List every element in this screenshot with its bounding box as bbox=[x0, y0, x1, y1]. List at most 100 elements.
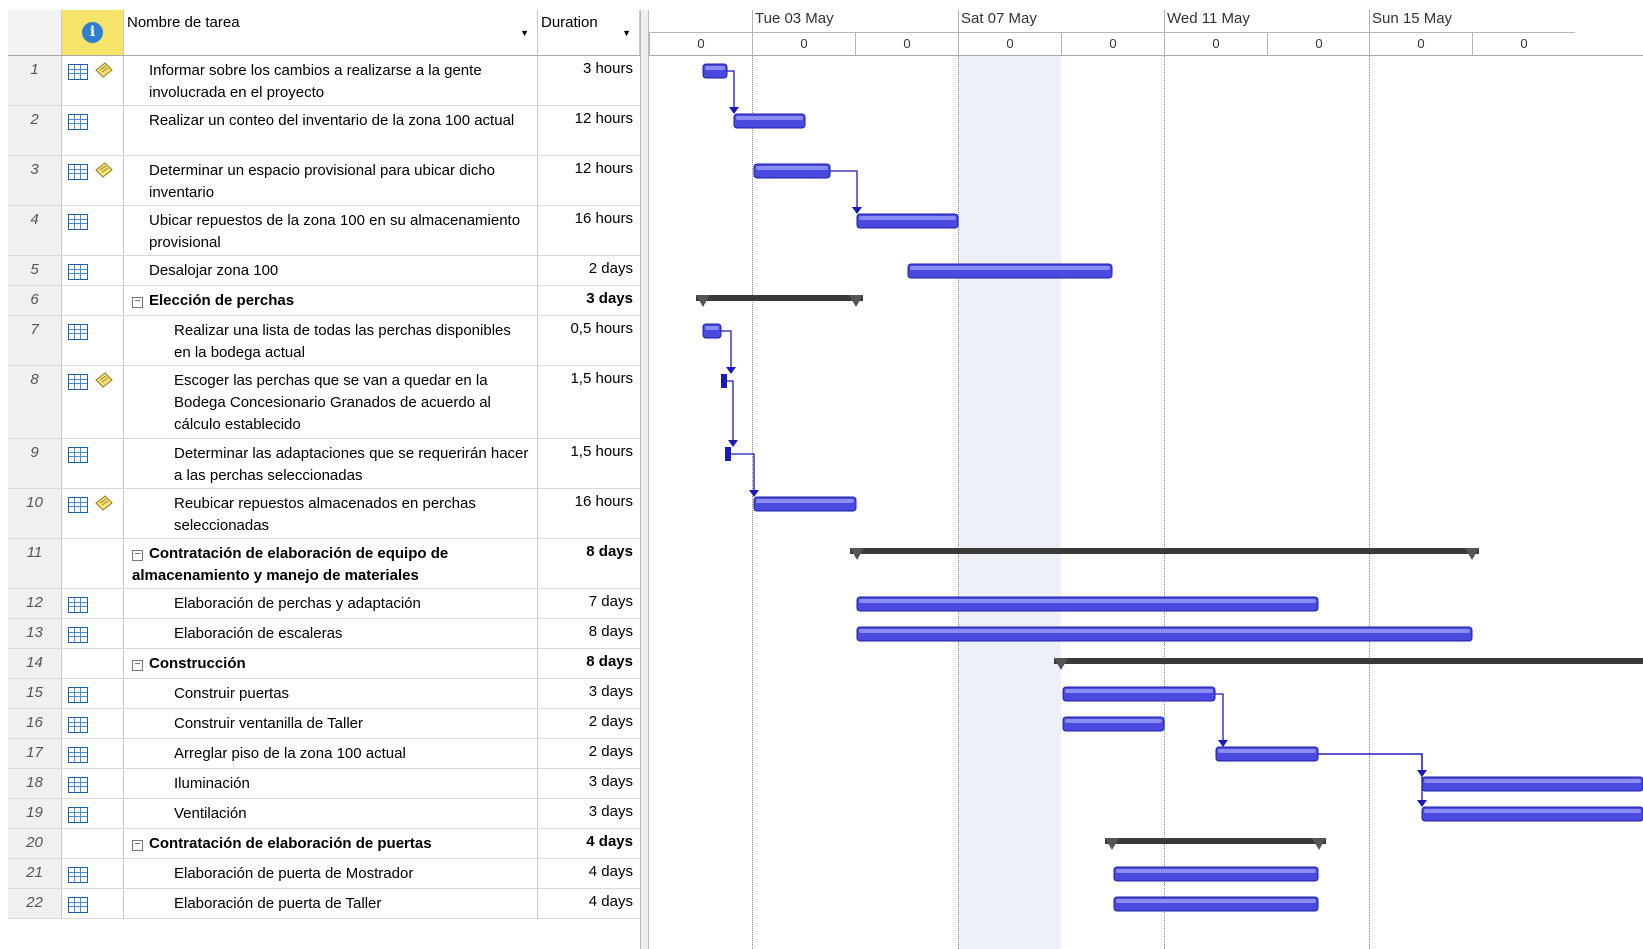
task-name-cell[interactable]: Iluminación bbox=[124, 769, 538, 798]
duration-cell[interactable]: 12 hours bbox=[538, 106, 640, 155]
task-bar-highlight[interactable] bbox=[736, 116, 803, 120]
chevron-down-icon[interactable]: ▼ bbox=[520, 28, 529, 38]
task-bar-highlight[interactable] bbox=[910, 266, 1110, 270]
task-bar[interactable] bbox=[721, 374, 727, 388]
task-name-cell[interactable]: Informar sobre los cambios a realizarse … bbox=[124, 56, 538, 105]
duration-cell[interactable]: 2 days bbox=[538, 256, 640, 285]
table-row[interactable]: 9 Determinar las adaptaciones que se requ… bbox=[8, 439, 640, 489]
table-row[interactable]: 3 Determinar un espacio provisional para … bbox=[8, 156, 640, 206]
task-name-cell[interactable]: Ventilación bbox=[124, 799, 538, 828]
table-row[interactable]: 13 Elaboración de escaleras 8 days bbox=[8, 619, 640, 649]
row-id[interactable]: 7 bbox=[8, 316, 62, 365]
row-id[interactable]: 8 bbox=[8, 366, 62, 438]
table-row[interactable]: 2 Realizar un conteo del inventario de la… bbox=[8, 106, 640, 156]
task-name-cell[interactable]: Realizar una lista de todas las perchas … bbox=[124, 316, 538, 365]
duration-cell[interactable]: 1,5 hours bbox=[538, 366, 640, 438]
row-id[interactable]: 18 bbox=[8, 769, 62, 798]
row-id[interactable]: 13 bbox=[8, 619, 62, 648]
row-id[interactable]: 1 bbox=[8, 56, 62, 105]
table-row[interactable]: 20 − Contratación de elaboración de puerta… bbox=[8, 829, 640, 859]
task-bar-highlight[interactable] bbox=[756, 166, 828, 170]
task-bar-highlight[interactable] bbox=[705, 326, 719, 330]
note-icon[interactable] bbox=[94, 371, 114, 389]
collapse-toggle-icon[interactable]: − bbox=[132, 840, 143, 851]
task-name-cell[interactable]: − Contratación de elaboración de puertas bbox=[124, 829, 538, 858]
duration-cell[interactable]: 8 days bbox=[538, 649, 640, 678]
task-name-cell[interactable]: Arreglar piso de la zona 100 actual bbox=[124, 739, 538, 768]
note-icon[interactable] bbox=[94, 494, 114, 512]
table-row[interactable]: 17 Arreglar piso de la zona 100 actual 2 d… bbox=[8, 739, 640, 769]
row-id[interactable]: 20 bbox=[8, 829, 62, 858]
task-bar[interactable] bbox=[725, 447, 731, 461]
task-name-cell[interactable]: − Construcción bbox=[124, 649, 538, 678]
row-id[interactable]: 2 bbox=[8, 106, 62, 155]
summary-bar[interactable] bbox=[1054, 658, 1643, 664]
duration-cell[interactable]: 8 days bbox=[538, 619, 640, 648]
duration-cell[interactable]: 12 hours bbox=[538, 156, 640, 205]
table-row[interactable]: 16 Construir ventanilla de Taller 2 days bbox=[8, 709, 640, 739]
duration-cell[interactable]: 4 days bbox=[538, 859, 640, 888]
row-id[interactable]: 6 bbox=[8, 286, 62, 315]
duration-cell[interactable]: 16 hours bbox=[538, 206, 640, 255]
summary-bar[interactable] bbox=[850, 548, 1479, 554]
duration-cell[interactable]: 3 days bbox=[538, 799, 640, 828]
duration-cell[interactable]: 1,5 hours bbox=[538, 439, 640, 488]
task-bar-highlight[interactable] bbox=[1116, 869, 1316, 873]
task-name-cell[interactable]: − Elección de perchas bbox=[124, 286, 538, 315]
note-icon[interactable] bbox=[94, 61, 114, 79]
duration-cell[interactable]: 3 hours bbox=[538, 56, 640, 105]
task-bar-highlight[interactable] bbox=[859, 216, 956, 220]
task-name-cell[interactable]: Desalojar zona 100 bbox=[124, 256, 538, 285]
task-name-cell[interactable]: Elaboración de perchas y adaptación bbox=[124, 589, 538, 618]
duration-cell[interactable]: 0,5 hours bbox=[538, 316, 640, 365]
row-id[interactable]: 4 bbox=[8, 206, 62, 255]
row-id[interactable]: 21 bbox=[8, 859, 62, 888]
row-id[interactable]: 19 bbox=[8, 799, 62, 828]
duration-cell[interactable]: 3 days bbox=[538, 286, 640, 315]
table-row[interactable]: 1 Informar sobre los cambios a realizarse… bbox=[8, 56, 640, 106]
task-bar-highlight[interactable] bbox=[859, 629, 1470, 633]
note-icon[interactable] bbox=[94, 161, 114, 179]
table-row[interactable]: 18 Iluminación 3 days bbox=[8, 769, 640, 799]
task-bar-highlight[interactable] bbox=[1424, 809, 1641, 813]
table-row[interactable]: 22 Elaboración de puerta de Taller 4 days bbox=[8, 889, 640, 919]
task-bar-highlight[interactable] bbox=[1218, 749, 1316, 753]
row-id[interactable]: 17 bbox=[8, 739, 62, 768]
table-row[interactable]: 5 Desalojar zona 100 2 days bbox=[8, 256, 640, 286]
task-bar-highlight[interactable] bbox=[756, 499, 854, 503]
task-name-cell[interactable]: Determinar las adaptaciones que se reque… bbox=[124, 439, 538, 488]
summary-bar[interactable] bbox=[1105, 838, 1326, 844]
row-id[interactable]: 22 bbox=[8, 889, 62, 918]
task-bar-highlight[interactable] bbox=[859, 599, 1316, 603]
task-bar-highlight[interactable] bbox=[1065, 689, 1213, 693]
task-name-header[interactable]: Nombre de tarea ▼ bbox=[124, 10, 538, 55]
duration-cell[interactable]: 3 days bbox=[538, 769, 640, 798]
row-id[interactable]: 10 bbox=[8, 489, 62, 538]
task-name-cell[interactable]: Elaboración de puerta de Mostrador bbox=[124, 859, 538, 888]
task-name-cell[interactable]: Construir puertas bbox=[124, 679, 538, 708]
task-bar-highlight[interactable] bbox=[1065, 719, 1162, 723]
task-bar-highlight[interactable] bbox=[705, 66, 725, 70]
table-row[interactable]: 12 Elaboración de perchas y adaptación 7 d… bbox=[8, 589, 640, 619]
task-name-cell[interactable]: Ubicar repuestos de la zona 100 en su al… bbox=[124, 206, 538, 255]
duration-cell[interactable]: 16 hours bbox=[538, 489, 640, 538]
duration-header[interactable]: Duration ▼ bbox=[538, 10, 640, 55]
row-id[interactable]: 3 bbox=[8, 156, 62, 205]
row-id[interactable]: 5 bbox=[8, 256, 62, 285]
summary-bar[interactable] bbox=[696, 295, 863, 301]
row-id[interactable]: 11 bbox=[8, 539, 62, 588]
chevron-down-icon[interactable]: ▼ bbox=[622, 28, 631, 38]
collapse-toggle-icon[interactable]: − bbox=[132, 297, 143, 308]
task-name-cell[interactable]: Elaboración de puerta de Taller bbox=[124, 889, 538, 918]
indicators-header[interactable]: i bbox=[62, 10, 124, 55]
duration-cell[interactable]: 2 days bbox=[538, 739, 640, 768]
table-row[interactable]: 7 Realizar una lista de todas las perchas… bbox=[8, 316, 640, 366]
duration-cell[interactable]: 2 days bbox=[538, 709, 640, 738]
table-row[interactable]: 14− Construcción 8 days bbox=[8, 649, 640, 679]
task-name-cell[interactable]: Reubicar repuestos almacenados en percha… bbox=[124, 489, 538, 538]
task-name-cell[interactable]: Realizar un conteo del inventario de la … bbox=[124, 106, 538, 155]
table-row[interactable]: 15 Construir puertas 3 days bbox=[8, 679, 640, 709]
table-row[interactable]: 21 Elaboración de puerta de Mostrador 4 da… bbox=[8, 859, 640, 889]
row-id[interactable]: 9 bbox=[8, 439, 62, 488]
task-name-cell[interactable]: Determinar un espacio provisional para u… bbox=[124, 156, 538, 205]
